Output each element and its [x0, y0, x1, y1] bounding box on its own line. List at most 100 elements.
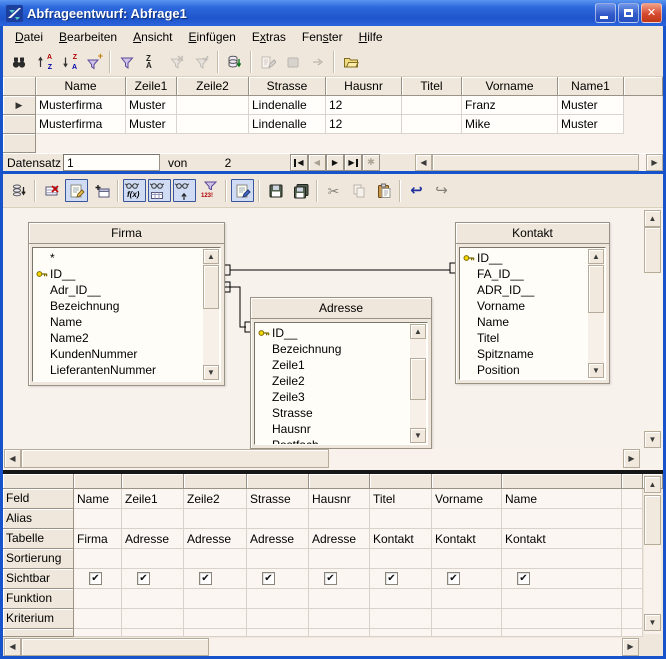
- field-list-scrollbar[interactable]: ▲ ▼: [410, 324, 426, 443]
- feld-cell[interactable]: Zeile2: [184, 489, 247, 509]
- filter-add-button[interactable]: +: [82, 51, 105, 74]
- show-sort-button[interactable]: [173, 179, 196, 202]
- field-item[interactable]: Name: [463, 314, 605, 330]
- funktion-cell[interactable]: [122, 589, 184, 609]
- find-button[interactable]: [7, 51, 30, 74]
- sichtbar-cell[interactable]: [74, 569, 122, 589]
- field-item[interactable]: Bezeichnung: [258, 341, 427, 357]
- sort-descending-button[interactable]: Z A: [57, 51, 80, 74]
- cell[interactable]: Muster: [126, 96, 177, 115]
- field-item[interactable]: Zeile2: [258, 373, 427, 389]
- cell[interactable]: [177, 115, 249, 134]
- last-record-button[interactable]: ▶: [344, 154, 362, 171]
- funktion-cell[interactable]: [184, 589, 247, 609]
- column-header[interactable]: Hausnr: [326, 77, 402, 96]
- minimize-button[interactable]: [595, 3, 616, 23]
- field-item[interactable]: ID__: [36, 266, 220, 282]
- field-item[interactable]: ADR_ID__: [463, 282, 605, 298]
- qgrid-vscroll-thumb[interactable]: [644, 495, 661, 545]
- scroll-up-arrow[interactable]: ▲: [410, 324, 426, 339]
- sichtbar-cell[interactable]: [184, 569, 247, 589]
- design-view-button[interactable]: [65, 179, 88, 202]
- alias-cell[interactable]: [432, 509, 502, 529]
- qgrid-hscroll-thumb[interactable]: [21, 638, 209, 656]
- tabelle-cell[interactable]: Adresse: [184, 529, 247, 549]
- kriterium-cell[interactable]: [622, 609, 643, 629]
- cell[interactable]: 12: [326, 96, 402, 115]
- qgrid-header-cell[interactable]: [184, 474, 247, 489]
- column-header[interactable]: Zeile2: [177, 77, 249, 96]
- design-hscroll-right[interactable]: ▶: [623, 449, 640, 468]
- alias-cell[interactable]: [622, 509, 643, 529]
- kriterium-cell[interactable]: [74, 609, 122, 629]
- field-item[interactable]: Postfach: [258, 437, 427, 445]
- field-item[interactable]: LieferantenNummer: [36, 362, 220, 378]
- alias-cell[interactable]: [122, 509, 184, 529]
- alias-cell[interactable]: [309, 509, 370, 529]
- tabelle-cell[interactable]: Kontakt: [502, 529, 622, 549]
- datasheet-hscroll-right[interactable]: ▶: [646, 154, 663, 171]
- alias-cell[interactable]: [74, 509, 122, 529]
- copy-button[interactable]: [347, 179, 370, 202]
- menu-datei[interactable]: Datei: [7, 28, 51, 46]
- funktion-cell[interactable]: [309, 589, 370, 609]
- funktion-cell[interactable]: [370, 589, 432, 609]
- field-list-scrollbar[interactable]: ▲ ▼: [203, 249, 219, 380]
- field-item[interactable]: KundenNummer: [36, 346, 220, 362]
- previous-record-button[interactable]: ◀: [308, 154, 326, 171]
- menu-hilfe[interactable]: Hilfe: [351, 28, 391, 46]
- sichtbar-cell[interactable]: [502, 569, 622, 589]
- sichtbar-cell[interactable]: [122, 569, 184, 589]
- sortierung-cell[interactable]: [74, 549, 122, 569]
- edit-record-button[interactable]: [256, 51, 279, 74]
- paste-button[interactable]: [372, 179, 395, 202]
- refresh-data-button[interactable]: [223, 51, 246, 74]
- kriterium-cell[interactable]: [502, 609, 622, 629]
- funktion-cell[interactable]: [247, 589, 309, 609]
- design-hscroll-thumb[interactable]: [21, 449, 329, 468]
- visible-checkbox[interactable]: [517, 572, 530, 585]
- field-item[interactable]: Name2: [36, 330, 220, 346]
- table-box-adresse[interactable]: Adresse ID__ Bezeichnung Zeile1 Zeile2 Z…: [250, 297, 432, 449]
- cell[interactable]: Muster: [558, 115, 624, 134]
- visible-checkbox[interactable]: [89, 572, 102, 585]
- filter-apply-button[interactable]: [190, 51, 213, 74]
- tabelle-cell[interactable]: [622, 529, 643, 549]
- first-record-button[interactable]: ◀: [290, 154, 308, 171]
- column-header[interactable]: Zeile1: [126, 77, 177, 96]
- field-item[interactable]: Zeile1: [258, 357, 427, 373]
- feld-cell[interactable]: Name: [74, 489, 122, 509]
- sichtbar-cell[interactable]: [370, 569, 432, 589]
- funktion-cell[interactable]: [74, 589, 122, 609]
- qgrid-header-cell[interactable]: [502, 474, 622, 489]
- feld-cell[interactable]: Zeile1: [122, 489, 184, 509]
- column-header[interactable]: Name1: [558, 77, 624, 96]
- field-item[interactable]: ID__: [463, 250, 605, 266]
- cell[interactable]: [177, 96, 249, 115]
- funktion-cell[interactable]: [622, 589, 643, 609]
- sortierung-cell[interactable]: [122, 549, 184, 569]
- sichtbar-cell[interactable]: [432, 569, 502, 589]
- sortierung-cell[interactable]: [370, 549, 432, 569]
- funktion-cell[interactable]: [502, 589, 622, 609]
- qgrid-header-cell[interactable]: [122, 474, 184, 489]
- field-item[interactable]: Spitzname: [463, 346, 605, 362]
- cell[interactable]: Franz: [462, 96, 558, 115]
- qgrid-header-cell[interactable]: [74, 474, 122, 489]
- undo-button[interactable]: ↩: [405, 179, 428, 202]
- filter-clear-button[interactable]: [165, 51, 188, 74]
- ole-object-button[interactable]: [281, 51, 304, 74]
- table-title[interactable]: Adresse: [251, 298, 431, 319]
- field-item[interactable]: Strasse: [258, 405, 427, 421]
- scroll-down-arrow[interactable]: ▼: [588, 363, 604, 378]
- visible-checkbox[interactable]: [447, 572, 460, 585]
- field-item[interactable]: Hausnr: [258, 421, 427, 437]
- column-header[interactable]: Vorname: [462, 77, 558, 96]
- new-record-button[interactable]: ∗: [362, 154, 380, 171]
- cell[interactable]: [402, 96, 462, 115]
- qgrid-header-cell[interactable]: [432, 474, 502, 489]
- sortierung-cell[interactable]: [247, 549, 309, 569]
- save-button[interactable]: [264, 179, 287, 202]
- tabelle-cell[interactable]: Kontakt: [432, 529, 502, 549]
- scroll-up-arrow[interactable]: ▲: [588, 249, 604, 264]
